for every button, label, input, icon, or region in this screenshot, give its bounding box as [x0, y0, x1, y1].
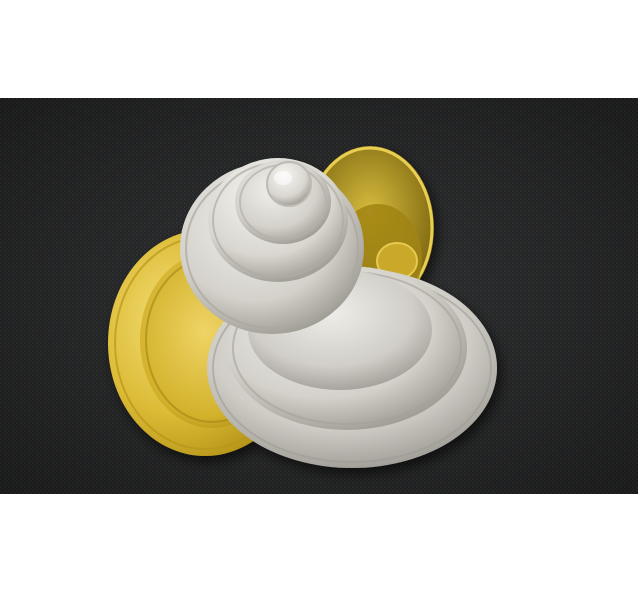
page	[0, 0, 638, 591]
photo-canvas	[0, 98, 638, 494]
product-photo	[0, 98, 638, 494]
silver-cup-top-highlight	[274, 171, 292, 185]
silver-cup-top	[266, 161, 312, 207]
